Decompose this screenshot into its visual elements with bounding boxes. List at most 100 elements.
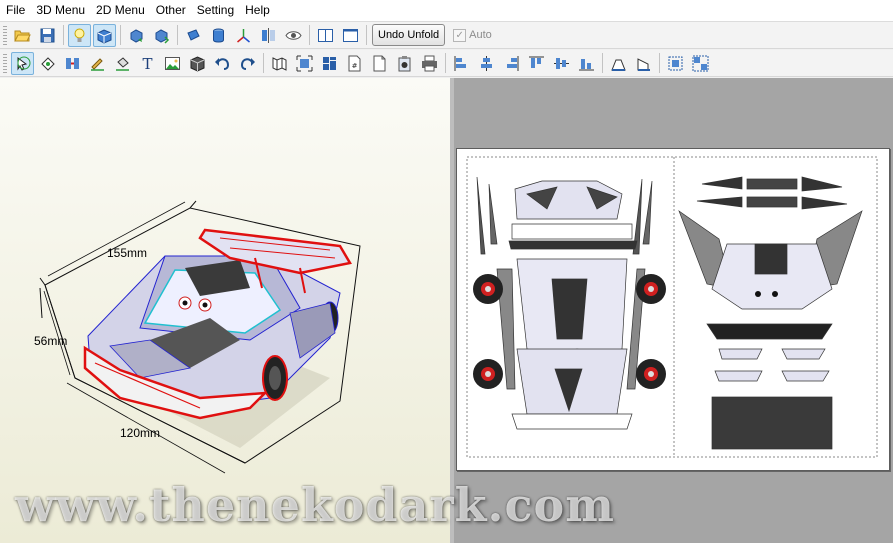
move-model-button[interactable]	[150, 24, 173, 47]
group-select-icon	[668, 56, 683, 70]
redo-button[interactable]	[236, 52, 259, 75]
box-button[interactable]	[186, 52, 209, 75]
image-icon	[165, 56, 180, 70]
select-rotate-icon	[17, 56, 31, 71]
page-number-button[interactable]: #	[343, 52, 366, 75]
split-window-icon	[318, 28, 333, 42]
menu-3d[interactable]: 3D Menu	[30, 0, 90, 21]
draw-line-button[interactable]	[86, 52, 109, 75]
menu-file[interactable]: File	[0, 0, 30, 21]
cylinder-icon	[213, 28, 224, 43]
undo-button[interactable]	[211, 52, 234, 75]
rotate-part-icon	[41, 56, 55, 71]
undo-unfold-button[interactable]: Undo Unfold	[372, 24, 446, 46]
single-view-button[interactable]	[339, 24, 362, 47]
rotate-model-button[interactable]	[125, 24, 148, 47]
height-dimension-label: 56mm	[34, 334, 68, 348]
paint-bucket-icon	[116, 56, 129, 71]
save-button[interactable]	[36, 24, 59, 47]
view-button[interactable]	[282, 24, 305, 47]
fit-icon	[296, 55, 313, 71]
auto-label: Auto	[469, 29, 492, 41]
unfolded-pattern	[466, 156, 878, 458]
toolbar-grip-2[interactable]	[3, 53, 7, 73]
mirror-icon	[262, 27, 275, 43]
pencil-line-icon	[91, 57, 104, 71]
cylinder-button[interactable]	[207, 24, 230, 47]
window-icon	[343, 28, 358, 42]
eye-icon	[285, 30, 302, 40]
pattern-sheet[interactable]	[456, 148, 890, 471]
ungroup-icon	[692, 55, 709, 71]
export-button[interactable]	[393, 52, 416, 75]
width-dimension-label: 120mm	[120, 426, 161, 440]
select-rotate-button[interactable]	[11, 51, 34, 75]
print-button[interactable]	[418, 52, 441, 75]
clipboard-icon	[398, 55, 411, 71]
align-left-icon	[454, 55, 466, 71]
align-right-icon	[507, 55, 519, 71]
cube-move-icon	[155, 28, 170, 44]
align-bottom-button[interactable]	[575, 52, 598, 75]
layout-grid-icon	[323, 56, 336, 70]
length-dimension-label: 155mm	[107, 246, 148, 260]
texture-toggle-button[interactable]	[93, 23, 116, 47]
flap-edit-icon	[637, 57, 650, 71]
svg-text:#: #	[352, 62, 358, 70]
folder-open-icon	[14, 30, 31, 41]
floppy-disk-icon	[40, 28, 55, 42]
light-toggle-button[interactable]	[68, 23, 91, 47]
join-edge-button[interactable]	[61, 52, 84, 75]
align-top-button[interactable]	[525, 52, 548, 75]
undo-icon	[215, 57, 230, 70]
3d-view-panel[interactable]: 155mm 56mm 120mm	[0, 78, 454, 543]
select-move-button[interactable]	[36, 52, 59, 75]
cylinder-tilt-icon	[187, 28, 200, 41]
unfold-button[interactable]	[268, 52, 291, 75]
text-button[interactable]: T	[136, 52, 159, 75]
mirror-button[interactable]	[257, 24, 280, 47]
group-button[interactable]	[664, 52, 687, 75]
flap-button[interactable]	[607, 52, 630, 75]
open-button[interactable]	[11, 24, 34, 47]
flap-edit-button[interactable]	[632, 52, 655, 75]
page-add-icon	[373, 55, 386, 71]
cube-rotate-icon	[130, 28, 143, 43]
box-icon	[190, 55, 205, 72]
auto-checkbox[interactable]: ✓	[453, 28, 467, 42]
align-center-icon	[481, 55, 492, 71]
page-number-icon: #	[348, 55, 361, 71]
ungroup-button[interactable]	[689, 52, 712, 75]
axis-icon	[237, 28, 250, 43]
car-3d-model[interactable]	[0, 78, 450, 543]
image-button[interactable]	[161, 52, 184, 75]
menu-2d[interactable]: 2D Menu	[90, 0, 150, 21]
menu-setting[interactable]: Setting	[191, 0, 239, 21]
axis-button[interactable]	[232, 24, 255, 47]
map-fold-icon	[272, 56, 287, 71]
align-center-button[interactable]	[475, 52, 498, 75]
layout-button[interactable]	[318, 52, 341, 75]
new-page-button[interactable]	[368, 52, 391, 75]
align-right-button[interactable]	[500, 52, 523, 75]
text-icon: T	[142, 55, 152, 72]
split-view-button[interactable]	[314, 24, 337, 47]
fill-button[interactable]	[111, 52, 134, 75]
fit-button[interactable]	[293, 52, 316, 75]
align-middle-icon	[554, 57, 569, 69]
menu-other[interactable]: Other	[150, 0, 191, 21]
cube-texture-icon	[97, 28, 112, 44]
cylinder-tool-button[interactable]	[182, 24, 205, 47]
2d-view-panel[interactable]	[454, 78, 893, 543]
flap-icon	[611, 59, 626, 71]
edit-toolbar: T #	[0, 50, 893, 77]
align-left-button[interactable]	[450, 52, 473, 75]
redo-icon	[240, 57, 255, 70]
main-toolbar: Undo Unfold ✓ Auto	[0, 22, 893, 49]
svg-text:T: T	[142, 55, 152, 72]
auto-checkbox-wrap[interactable]: ✓ Auto	[453, 28, 492, 42]
light-bulb-icon	[74, 28, 85, 42]
menu-help[interactable]: Help	[239, 0, 275, 21]
align-middle-button[interactable]	[550, 52, 573, 75]
toolbar-grip[interactable]	[3, 25, 7, 45]
